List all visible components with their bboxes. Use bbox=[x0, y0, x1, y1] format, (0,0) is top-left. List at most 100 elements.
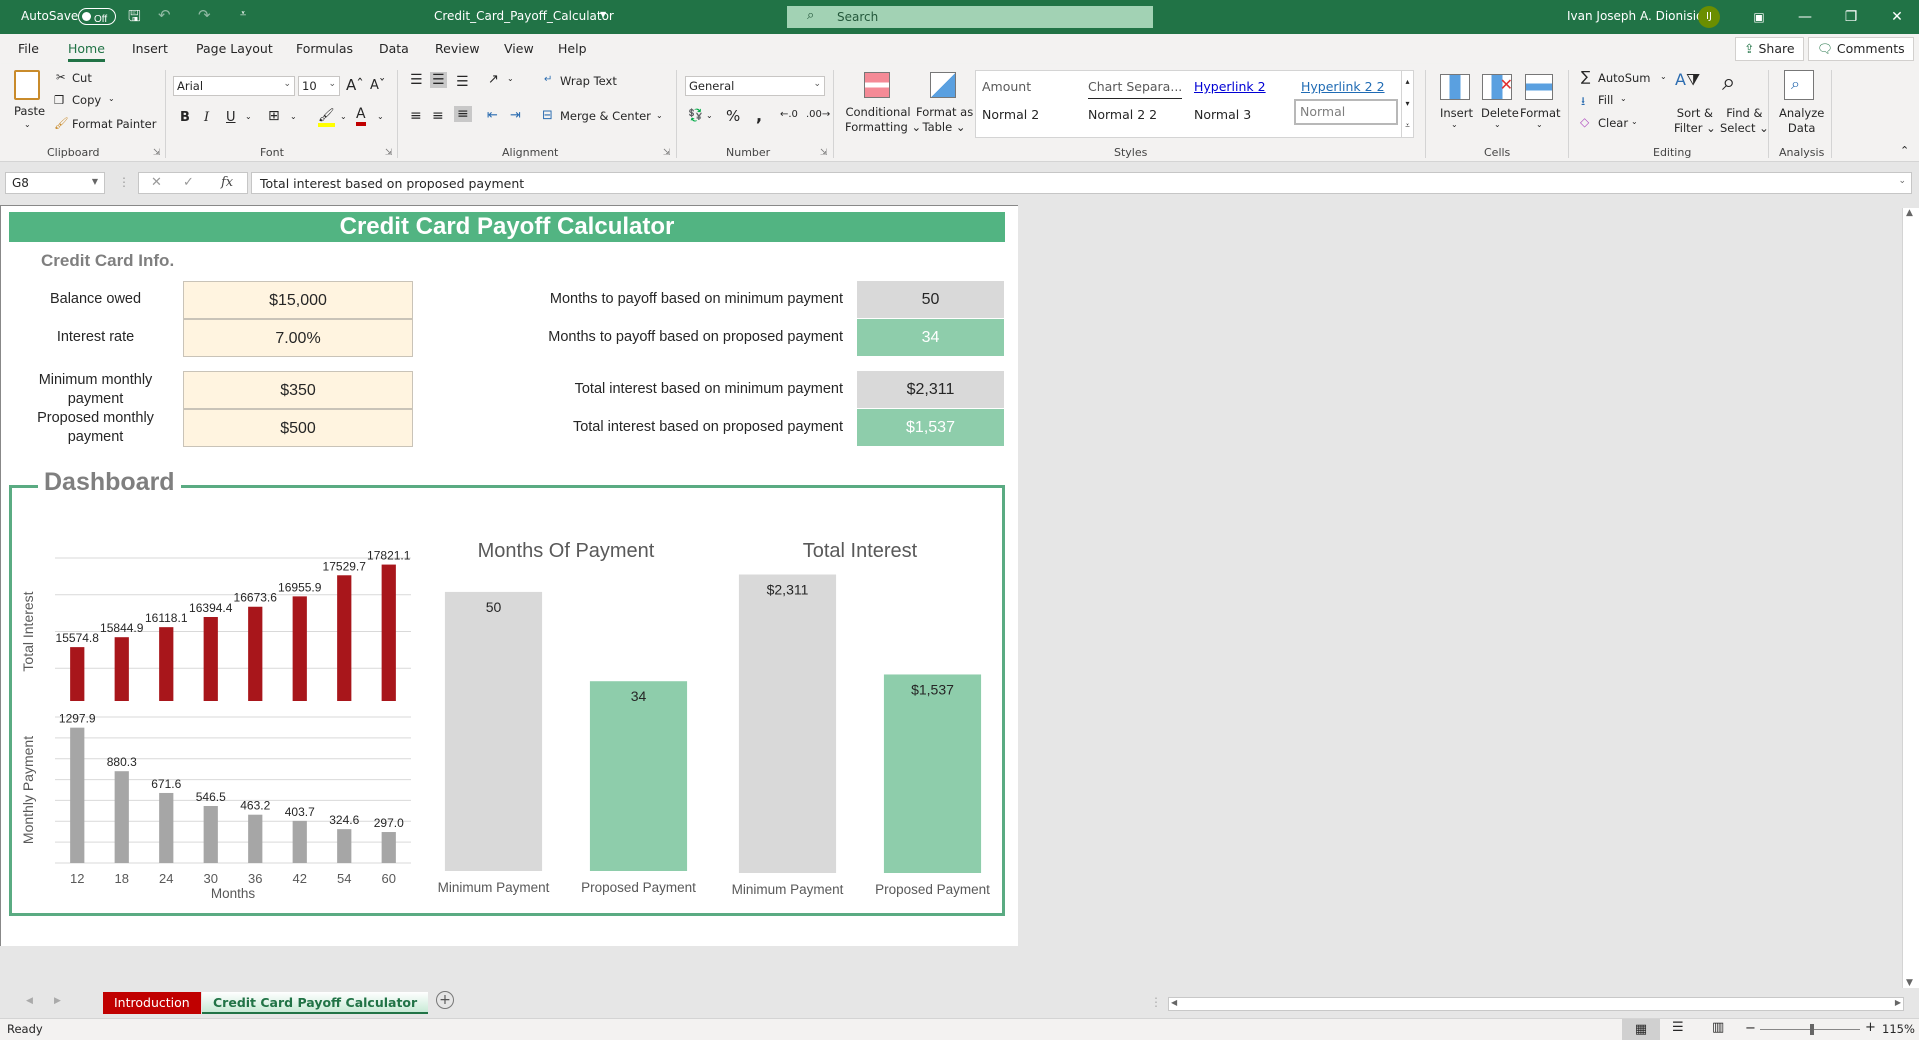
paste-icon[interactable] bbox=[14, 70, 40, 100]
page-break-view-icon[interactable]: ▥ bbox=[1712, 1020, 1724, 1035]
expand-formula-icon[interactable]: ⌄ bbox=[1898, 176, 1906, 186]
redo-icon[interactable]: ↷ bbox=[198, 6, 211, 24]
filename-chevron-icon[interactable]: ▼ bbox=[600, 10, 606, 19]
normal-view-icon[interactable]: ▦ bbox=[1622, 1019, 1660, 1040]
months-of-payment-chart[interactable]: Months Of Payment 50 Minimum Payment 34 Prop… bbox=[421, 496, 711, 906]
italic-button[interactable]: I bbox=[204, 110, 209, 125]
clipboard-launcher-icon[interactable]: ⇲ bbox=[153, 148, 161, 158]
user-name[interactable]: Ivan Joseph A. Dionisio bbox=[1567, 9, 1703, 23]
style-chart-separator[interactable]: Chart Separa... bbox=[1088, 79, 1183, 99]
tab-home[interactable]: Home bbox=[68, 41, 105, 62]
tab-file[interactable]: File bbox=[18, 41, 39, 56]
balance-input[interactable]: $15,000 bbox=[183, 281, 413, 319]
zoom-slider-thumb[interactable] bbox=[1810, 1024, 1814, 1035]
zoom-slider[interactable] bbox=[1760, 1024, 1860, 1035]
worksheet[interactable]: Credit Card Payoff Calculator Credit Car… bbox=[0, 205, 1018, 946]
sort-filter-button[interactable]: Sort & Filter ⌄ bbox=[1674, 106, 1716, 136]
font-color-chevron-icon[interactable]: ⌄ bbox=[377, 112, 384, 121]
proposed-payment-input[interactable]: $500 bbox=[183, 409, 413, 447]
undo-icon[interactable]: ↶ bbox=[158, 6, 171, 24]
align-center-icon[interactable]: ≡ bbox=[432, 108, 444, 124]
avatar[interactable]: IJ bbox=[1698, 6, 1720, 28]
fill-color-chevron-icon[interactable]: ⌄ bbox=[340, 112, 347, 121]
scroll-left-icon[interactable]: ◀ bbox=[1171, 998, 1177, 1007]
share-button[interactable]: ⇪ Share bbox=[1735, 37, 1804, 61]
number-format-dropdown[interactable]: General ⌄ bbox=[685, 76, 825, 96]
horizontal-scrollbar[interactable]: ◀ ▶ bbox=[1168, 997, 1904, 1011]
decrease-decimal-icon[interactable]: .00→ bbox=[806, 109, 830, 120]
insert-function-icon[interactable]: fx bbox=[221, 175, 233, 190]
conditional-formatting-button[interactable]: Conditional Formatting ⌄ bbox=[845, 105, 921, 135]
insert-chevron-icon[interactable]: ⌄ bbox=[1451, 120, 1458, 129]
paste-chevron-icon[interactable]: ⌄ bbox=[24, 120, 31, 129]
style-amount[interactable]: Amount bbox=[982, 79, 1031, 94]
tab-formulas[interactable]: Formulas bbox=[296, 41, 353, 56]
underline-button[interactable]: U bbox=[226, 110, 236, 125]
increase-font-size-icon[interactable]: Aˆ bbox=[346, 76, 364, 94]
name-box[interactable]: G8 ▼ bbox=[5, 172, 105, 194]
minimum-payment-input[interactable]: $350 bbox=[183, 371, 413, 409]
format-chevron-icon[interactable]: ⌄ bbox=[1536, 120, 1543, 129]
style-hyperlink-2[interactable]: Hyperlink 2 bbox=[1194, 79, 1266, 94]
interest-proposed-value[interactable]: $1,537 bbox=[857, 409, 1004, 446]
autosum-button[interactable]: AutoSum bbox=[1598, 71, 1651, 85]
merge-center-button[interactable]: Merge & Center bbox=[560, 109, 651, 123]
months-proposed-value[interactable]: 34 bbox=[857, 319, 1004, 356]
copy-chevron-icon[interactable]: ⌄ bbox=[108, 94, 115, 103]
zoom-in-button[interactable]: + bbox=[1865, 1020, 1876, 1035]
comments-button[interactable]: 🗨 Comments bbox=[1808, 37, 1914, 61]
monthly-payment-chart[interactable]: 1297.9 12 880.3 18 671.6 24 546.5 30 463.2 36 403.… bbox=[15, 701, 415, 901]
orientation-icon[interactable]: ↗ bbox=[488, 72, 499, 87]
find-select-button[interactable]: Find & Select ⌄ bbox=[1720, 106, 1769, 136]
tab-insert[interactable]: Insert bbox=[132, 41, 168, 56]
font-name-dropdown[interactable]: Arial ⌄ bbox=[173, 76, 295, 96]
borders-chevron-icon[interactable]: ⌄ bbox=[290, 112, 297, 121]
ribbon-display-icon[interactable]: ▣ bbox=[1744, 6, 1774, 28]
borders-icon[interactable]: ⊞ bbox=[268, 108, 280, 124]
name-box-chevron-icon[interactable]: ▼ bbox=[92, 177, 98, 186]
tab-data[interactable]: Data bbox=[379, 41, 409, 56]
fill-color-icon[interactable]: 🖌 bbox=[318, 108, 335, 127]
format-painter-button[interactable]: Format Painter bbox=[72, 117, 156, 131]
add-sheet-icon[interactable]: + bbox=[436, 991, 454, 1009]
vertical-scrollbar[interactable]: ▲ ▼ bbox=[1902, 208, 1919, 988]
next-sheet-icon[interactable]: ▶ bbox=[54, 996, 61, 1006]
restore-icon[interactable]: ❐ bbox=[1836, 6, 1866, 28]
prev-sheet-icon[interactable]: ◀ bbox=[26, 996, 33, 1006]
percent-style-icon[interactable]: % bbox=[726, 107, 740, 125]
fill-button[interactable]: Fill bbox=[1598, 93, 1613, 107]
months-minimum-value[interactable]: 50 bbox=[857, 281, 1004, 318]
style-hyperlink-2-2[interactable]: Hyperlink 2 2 bbox=[1301, 79, 1385, 94]
style-normal-3[interactable]: Normal 3 bbox=[1194, 107, 1251, 122]
scroll-down-icon[interactable]: ▼ bbox=[1906, 978, 1913, 988]
interest-rate-input[interactable]: 7.00% bbox=[183, 319, 413, 357]
tab-page-layout[interactable]: Page Layout bbox=[196, 41, 273, 56]
file-name[interactable]: Credit_Card_Payoff_Calculator bbox=[434, 9, 614, 23]
align-bottom-icon[interactable]: ☰ bbox=[456, 74, 469, 90]
align-left-icon[interactable]: ≡ bbox=[410, 108, 422, 124]
bold-button[interactable]: B bbox=[180, 110, 190, 125]
align-middle-icon[interactable]: ☰ bbox=[430, 72, 447, 88]
save-icon[interactable]: 🖫 bbox=[128, 6, 141, 31]
accounting-chevron-icon[interactable]: ⌄ bbox=[706, 111, 713, 120]
cut-button[interactable]: Cut bbox=[72, 71, 92, 85]
total-interest-comparison-chart[interactable]: Total Interest $2,311 Minimum Payment $1,53… bbox=[713, 496, 1005, 906]
scroll-right-icon[interactable]: ▶ bbox=[1895, 998, 1901, 1007]
close-icon[interactable]: ✕ bbox=[1882, 6, 1912, 28]
customize-qat-icon[interactable]: ⩡ bbox=[240, 7, 246, 21]
sheet-tab-calculator[interactable]: Credit Card Payoff Calculator bbox=[202, 992, 429, 1014]
decrease-font-size-icon[interactable]: Aˇ bbox=[370, 78, 385, 93]
tab-view[interactable]: View bbox=[504, 41, 534, 56]
clear-button[interactable]: Clear bbox=[1598, 116, 1628, 130]
format-cells-button[interactable]: Format bbox=[1520, 106, 1561, 120]
insert-cells-button[interactable]: Insert bbox=[1440, 106, 1473, 120]
total-interest-chart[interactable]: 15574.81215844.91816118.12416394.4301667… bbox=[15, 506, 415, 701]
cancel-icon[interactable]: ✕ bbox=[151, 175, 162, 190]
enter-icon[interactable]: ✓ bbox=[183, 175, 194, 190]
format-as-table-button[interactable]: Format as Table ⌄ bbox=[916, 105, 973, 135]
tab-split-handle-icon[interactable]: ⋮ bbox=[1150, 995, 1162, 1009]
alignment-launcher-icon[interactable]: ⇲ bbox=[663, 148, 671, 158]
font-launcher-icon[interactable]: ⇲ bbox=[385, 148, 393, 158]
accounting-format-icon[interactable]: 💱 bbox=[688, 108, 703, 122]
paste-button[interactable]: Paste bbox=[14, 104, 45, 118]
